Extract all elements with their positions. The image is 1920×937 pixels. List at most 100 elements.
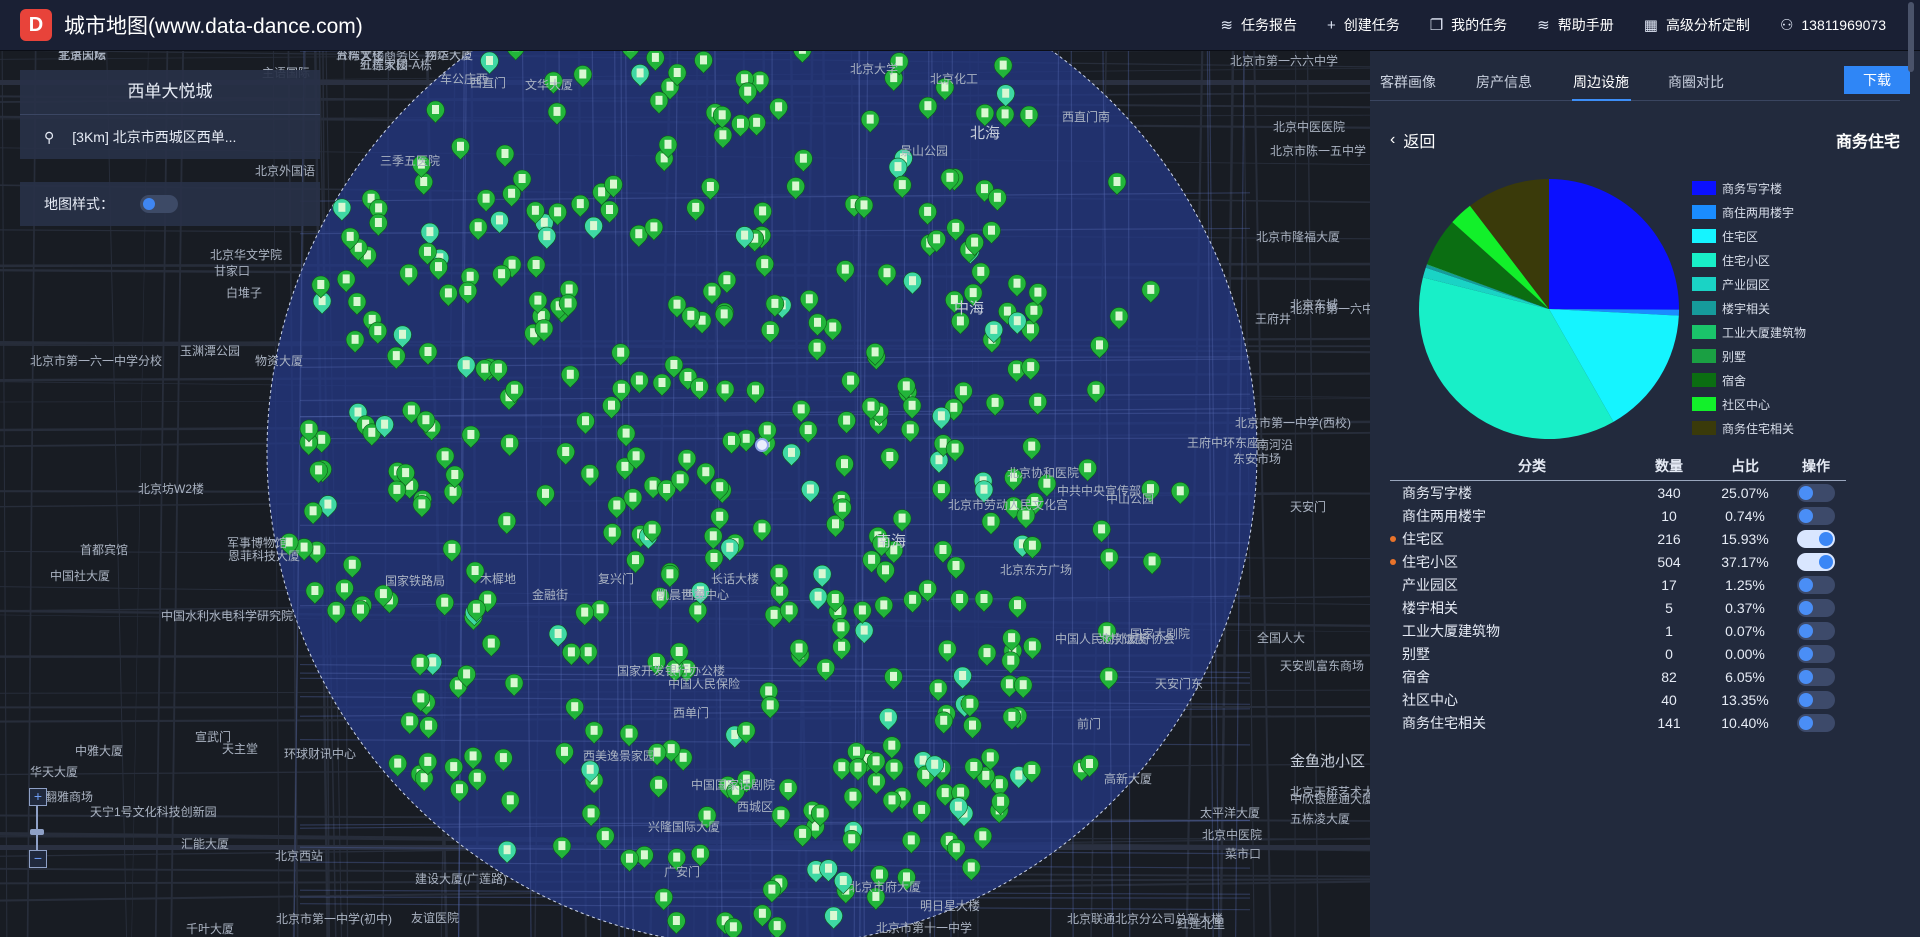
visibility-toggle[interactable] bbox=[1797, 667, 1835, 686]
legend-swatch bbox=[1692, 181, 1716, 195]
cell-action bbox=[1786, 483, 1846, 502]
zoom-track[interactable] bbox=[36, 806, 38, 850]
place-name[interactable]: 西单大悦城 bbox=[20, 70, 320, 115]
nav-item-1[interactable]: + 创建任务 bbox=[1327, 15, 1400, 35]
map-place-label: 北京东方广场 bbox=[1000, 563, 1073, 577]
cell-ratio: 0.07% bbox=[1725, 622, 1765, 639]
cell-ratio: 13.35% bbox=[1721, 691, 1769, 708]
cell-category: 宿舍 bbox=[1402, 668, 1430, 685]
legend-swatch bbox=[1692, 325, 1716, 339]
zoom-slider-thumb[interactable] bbox=[30, 829, 44, 835]
visibility-toggle[interactable] bbox=[1797, 644, 1835, 663]
legend-item[interactable]: 宿舍 bbox=[1692, 368, 1806, 392]
map-place-label: 中欣银座通大厦 bbox=[1290, 792, 1370, 806]
legend-label: 楼宇相关 bbox=[1722, 301, 1771, 316]
legend-item[interactable]: 楼宇相关 bbox=[1692, 296, 1806, 320]
legend-item[interactable]: 别墅 bbox=[1692, 344, 1806, 368]
visibility-toggle[interactable] bbox=[1797, 506, 1835, 525]
map-place-label: 北京市劳动人民文化宫 bbox=[948, 498, 1069, 512]
map-style-toggle[interactable] bbox=[140, 195, 178, 213]
back-button[interactable]: ‹ 返回 bbox=[1390, 128, 1435, 152]
nav-item-4[interactable]: ▦ 高级分析定制 bbox=[1644, 15, 1750, 35]
zoom-out-button[interactable]: − bbox=[29, 850, 47, 868]
table-row: 宿舍 82 6.05% bbox=[1390, 665, 1846, 688]
cell-action bbox=[1786, 598, 1846, 617]
pie-slice-0[interactable] bbox=[1549, 179, 1679, 310]
nav-item-5[interactable]: ⚇ 13811969073 bbox=[1780, 16, 1886, 34]
map-place-label: 高新大厦 bbox=[1104, 772, 1153, 786]
cell-count: 0 bbox=[1665, 645, 1673, 662]
panel-title: 商务住宅 bbox=[1835, 134, 1900, 151]
visibility-toggle[interactable] bbox=[1797, 529, 1835, 548]
cell-ratio: 25.07% bbox=[1721, 484, 1769, 501]
map-place-label: 五栋凌大厦 bbox=[1290, 812, 1351, 826]
legend-item[interactable]: 住宅小区 bbox=[1692, 248, 1806, 272]
legend-swatch bbox=[1692, 397, 1716, 411]
legend-label: 工业大厦建筑物 bbox=[1722, 325, 1807, 340]
cell-action bbox=[1786, 506, 1846, 525]
table-body: 商务写字楼 340 25.07% 商住两用楼宇 10 0.74% 住宅区 216 15.93% 住… bbox=[1390, 481, 1846, 734]
legend-item[interactable]: 商务写字楼 bbox=[1692, 176, 1806, 200]
map-place-label: 甘家口 bbox=[214, 264, 251, 278]
cell-count: 17 bbox=[1661, 576, 1677, 593]
cell-action bbox=[1786, 644, 1846, 663]
app-logo[interactable]: D bbox=[20, 9, 52, 41]
tab-business-compare[interactable]: 商圈对比 bbox=[1668, 72, 1724, 92]
back-label: 返回 bbox=[1403, 134, 1436, 151]
address-text: [3Km] 北京市西城区西单... bbox=[72, 129, 237, 145]
visibility-toggle[interactable] bbox=[1797, 621, 1835, 640]
map-place-label: 白堆子 bbox=[226, 286, 263, 300]
cell-category: 工业大厦建筑物 bbox=[1402, 622, 1500, 639]
scrollbar-thumb[interactable] bbox=[1908, 2, 1914, 72]
legend-swatch bbox=[1692, 205, 1716, 219]
map-place-label: 全国人大 bbox=[1257, 631, 1306, 645]
legend-swatch bbox=[1692, 229, 1716, 243]
visibility-toggle[interactable] bbox=[1797, 575, 1835, 594]
cell-category: 住宅小区 bbox=[1402, 553, 1458, 570]
visibility-toggle[interactable] bbox=[1797, 713, 1835, 732]
legend-item[interactable]: 商务住宅相关 bbox=[1692, 416, 1806, 440]
nav-item-label: 我的任务 bbox=[1451, 17, 1508, 33]
cell-ratio: 0.00% bbox=[1725, 645, 1765, 662]
map-place-label: 首都宾馆 bbox=[80, 543, 129, 557]
map-place-label: 北京坊W2楼 bbox=[138, 482, 205, 496]
address-row[interactable]: ⚲ [3Km] 北京市西城区西单... bbox=[20, 115, 320, 159]
map-place-label: 太平洋大厦 bbox=[1200, 806, 1261, 820]
map-style-label: 地图样式： bbox=[44, 196, 114, 212]
legend-item[interactable]: 社区中心 bbox=[1692, 392, 1806, 416]
map-place-label: 北京市府大厦 bbox=[849, 880, 922, 894]
visibility-toggle[interactable] bbox=[1797, 598, 1835, 617]
map-place-label: 北京西站 bbox=[275, 849, 324, 863]
tab-customer-profile[interactable]: 客群画像 bbox=[1380, 72, 1436, 92]
app-title: 城市地图(www.data-dance.com) bbox=[64, 15, 363, 38]
map-place-label: 物资大厦 bbox=[255, 354, 304, 368]
legend-item[interactable]: 商住两用楼宇 bbox=[1692, 200, 1806, 224]
tab-nearby-facilities[interactable]: 周边设施 bbox=[1573, 72, 1629, 92]
visibility-toggle[interactable] bbox=[1797, 483, 1835, 502]
table-row: 商务住宅相关 141 10.40% bbox=[1390, 711, 1846, 734]
center-location-marker[interactable] bbox=[755, 438, 769, 452]
legend-swatch bbox=[1692, 277, 1716, 291]
download-button[interactable]: 下载 bbox=[1844, 66, 1910, 94]
map-place-label: 红莲家园 bbox=[360, 58, 409, 72]
layers-icon: ≋ bbox=[1220, 17, 1233, 34]
cell-category: 商住两用楼宇 bbox=[1402, 507, 1486, 524]
visibility-toggle[interactable] bbox=[1797, 690, 1835, 709]
cell-action bbox=[1786, 621, 1846, 640]
map-place-label: 明日星大楼 bbox=[920, 899, 981, 913]
legend-item[interactable]: 工业大厦建筑物 bbox=[1692, 320, 1806, 344]
nav-item-0[interactable]: ≋ 任务报告 bbox=[1220, 15, 1297, 35]
map-place-label: 金融街 bbox=[532, 588, 569, 602]
tab-property-info[interactable]: 房产信息 bbox=[1476, 72, 1532, 92]
legend-label: 产业园区 bbox=[1722, 277, 1771, 292]
map-place-label: 千叶大厦 bbox=[186, 922, 235, 936]
nav-item-3[interactable]: ≋ 帮助手册 bbox=[1537, 15, 1614, 35]
zoom-in-button[interactable]: + bbox=[29, 788, 47, 806]
cell-count: 40 bbox=[1661, 691, 1677, 708]
legend-item[interactable]: 住宅区 bbox=[1692, 224, 1806, 248]
table-row: 住宅区 216 15.93% bbox=[1390, 527, 1846, 550]
cell-count: 340 bbox=[1657, 484, 1681, 501]
visibility-toggle[interactable] bbox=[1797, 552, 1835, 571]
legend-item[interactable]: 产业园区 bbox=[1692, 272, 1806, 296]
nav-item-2[interactable]: ❐ 我的任务 bbox=[1430, 15, 1507, 35]
